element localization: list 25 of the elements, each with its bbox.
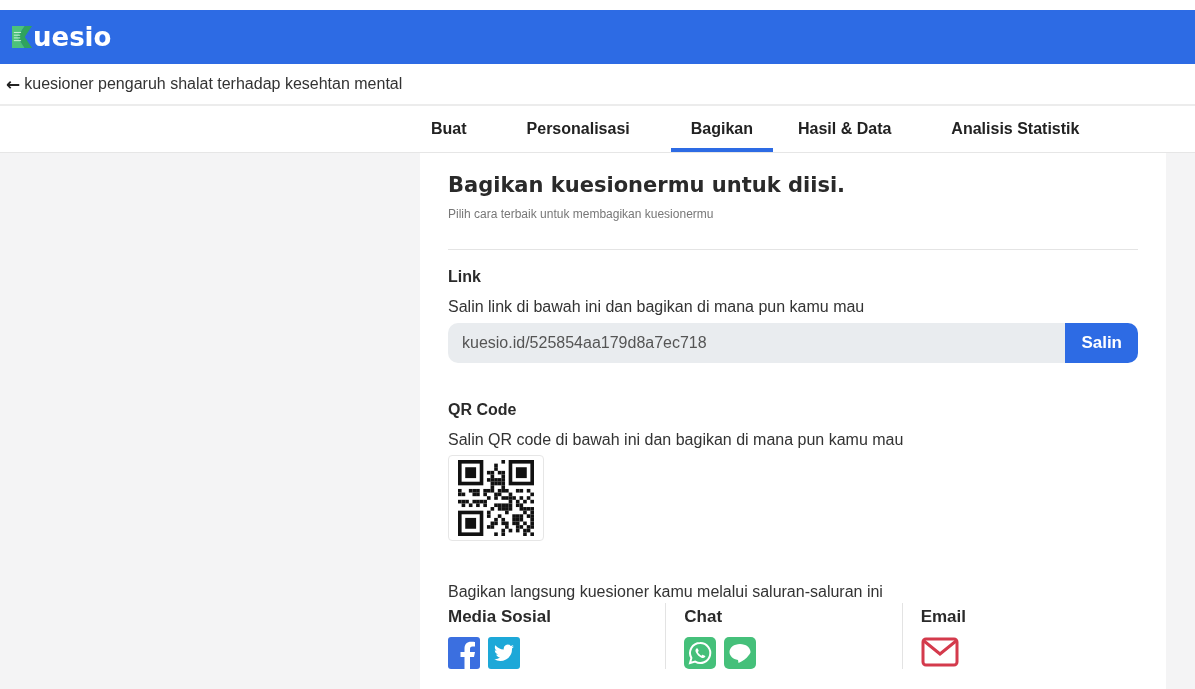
phone-chat-icon[interactable] (684, 637, 717, 669)
facebook-icon[interactable] (448, 637, 480, 669)
tab[interactable]: Hasil & Data (785, 106, 905, 152)
logo-text: uesio (33, 22, 112, 52)
channel-heading: Email (920, 607, 967, 627)
mail-icon[interactable] (920, 637, 959, 667)
speech-bubble-icon[interactable] (724, 637, 757, 669)
channels-intro: Bagikan langsung kuesioner kamu melalui saluran-saluran ini (448, 583, 884, 601)
card-title: Bagikan kuesionermu untuk diisi. (448, 172, 847, 197)
tab[interactable]: Analisis Statistik (938, 106, 1093, 152)
channel-heading: Chat (684, 607, 724, 627)
channel-heading: Media Sosial (448, 607, 552, 627)
back-button[interactable]: ← (6, 74, 25, 94)
logo-icon (12, 24, 32, 50)
copy-button[interactable]: Salin (1065, 323, 1138, 363)
tab[interactable]: Personalisasi (513, 106, 643, 152)
card-subtitle: Pilih cara terbaik untuk membagikan kuesionermu (448, 207, 715, 221)
section-description: Salin QR code di bawah ini dan bagikan di mana pun kamu mau (448, 431, 905, 449)
tab[interactable]: Buat (418, 106, 480, 152)
section-heading: Link (448, 268, 482, 286)
questionnaire-title: kuesioner pengaruh shalat terhadap kesehtan mental (24, 75, 403, 93)
link-field[interactable]: kuesio.id/525854aa179d8a7ec718 (448, 323, 1066, 363)
bird-icon[interactable] (488, 637, 520, 669)
section-heading: QR Code (448, 401, 518, 419)
section-description: Salin link di bawah ini dan bagikan di mana pun kamu mau (448, 298, 866, 316)
